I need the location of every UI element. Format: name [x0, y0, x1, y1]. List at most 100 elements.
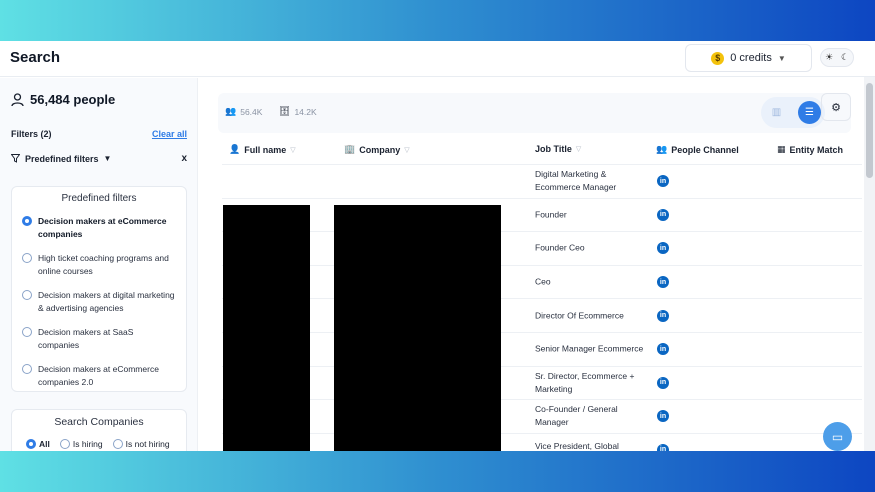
radio-all[interactable]: All	[26, 438, 50, 449]
chevron-down-icon: ▽	[404, 146, 410, 154]
radio-unselected[interactable]	[112, 439, 123, 449]
results-main: 👥 56.4K 🗄 14.2K ▥ ☰ ⚙ 👤 Full name ▽ 🏢 Co…	[210, 78, 875, 451]
filters-sidebar: 56,484 people Filters (2) Clear all Pred…	[0, 78, 198, 451]
search-companies-panel: Search Companies All Is hiring Is not hi…	[11, 409, 187, 451]
table-body: Digital Marketing & Ecommerce Manager in …	[222, 164, 862, 451]
radio-selected[interactable]	[26, 439, 36, 449]
building-icon: 🏢	[344, 144, 356, 154]
table-row[interactable]: Founder Ceo in	[222, 231, 862, 265]
radio-is-hiring[interactable]: Is hiring	[59, 438, 103, 449]
table-row[interactable]: Founder in	[222, 197, 862, 232]
redacted-names	[223, 205, 310, 451]
filter-icon	[11, 154, 20, 163]
chevron-down-icon: ▼	[103, 154, 112, 163]
chevron-down-icon: ▽	[575, 146, 582, 153]
predefined-option[interactable]: Decision makers at eCommerce companies 2…	[12, 363, 186, 389]
job-title-cell: Senior Manager Ecommerce	[535, 343, 644, 354]
list-view-icon[interactable]: ☰	[798, 101, 821, 124]
panel-title: Predefined filters	[61, 193, 137, 204]
col-full-name[interactable]: 👤 Full name ▽	[229, 144, 296, 155]
close-icon[interactable]: x	[181, 153, 187, 164]
linkedin-icon[interactable]: in	[657, 443, 669, 451]
people-count-label: 56,484 people	[30, 92, 116, 107]
table-row[interactable]: Ceo in	[222, 264, 862, 299]
linkedin-icon[interactable]: in	[657, 276, 669, 289]
radio-unselected[interactable]	[22, 290, 32, 300]
job-title-cell: Founder Ceo	[535, 242, 585, 253]
predefined-option[interactable]: Decision makers at eCommerce companies	[12, 215, 186, 241]
table-row[interactable]: Sr. Director, Ecommerce + Marketing in	[222, 365, 862, 400]
moon-icon: ☾	[840, 52, 850, 62]
top-header: Search $ 0 credits ▼ ☀ ☾	[0, 41, 875, 77]
job-title-cell: Co-Founder / General Manager	[535, 404, 618, 428]
person-icon: 👤	[229, 144, 241, 154]
grid-icon: ▦	[777, 144, 786, 154]
people-group-icon: 👥	[225, 106, 237, 116]
sliders-icon: ⚙	[831, 101, 841, 114]
linkedin-icon[interactable]: in	[657, 242, 669, 255]
coin-icon: $	[711, 51, 725, 65]
job-title-cell: Digital Marketing & Ecommerce Manager	[535, 169, 617, 193]
credits-button[interactable]: $ 0 credits ▼	[685, 44, 812, 72]
job-title-cell: Ceo	[535, 276, 551, 287]
linkedin-icon[interactable]: in	[657, 343, 669, 356]
col-people-channel[interactable]: 👥 People Channel	[656, 144, 739, 155]
radio-unselected[interactable]	[59, 439, 70, 449]
predefined-option[interactable]: Decision makers at digital marketing & a…	[12, 289, 186, 315]
predefined-filters-toggle[interactable]: Predefined filters ▼ x	[11, 153, 187, 164]
clear-all-link[interactable]: Clear all	[152, 129, 187, 139]
predefined-filters-panel: Predefined filters Decision makers at eC…	[11, 186, 187, 392]
column-settings-button[interactable]: ⚙	[821, 93, 851, 121]
page-title: Search	[10, 49, 61, 66]
filters-count: Filters (2)	[11, 129, 52, 139]
linkedin-icon[interactable]: in	[657, 376, 669, 389]
col-job-title[interactable]: Job Title ▽	[535, 144, 581, 154]
people-channel-icon: 👥	[656, 144, 668, 154]
filters-row: Filters (2) Clear all	[11, 129, 187, 139]
view-toggle: ▥ ☰	[761, 97, 825, 128]
chat-button[interactable]: ▭	[823, 422, 852, 451]
job-title-cell: Sr. Director, Ecommerce + Marketing	[535, 370, 635, 394]
radio-unselected[interactable]	[22, 327, 32, 337]
people-stat: 👥 56.4K	[225, 106, 263, 117]
table-row[interactable]: Digital Marketing & Ecommerce Manager in	[222, 164, 862, 198]
predefined-filters-label: Predefined filters	[25, 153, 99, 164]
table-row[interactable]: Vice President, Global in	[222, 432, 862, 451]
job-title-cell: Vice President, Global	[535, 440, 619, 451]
credits-label: 0 credits	[730, 52, 772, 64]
radio-is-not-hiring[interactable]: Is not hiring	[112, 438, 170, 449]
person-icon	[11, 92, 24, 106]
chevron-down-icon: ▼	[777, 53, 786, 63]
predefined-option[interactable]: Decision makers at SaaS companies	[12, 326, 186, 352]
radio-selected[interactable]	[22, 216, 32, 226]
job-title-cell: Director Of Ecommerce	[535, 310, 624, 321]
linkedin-icon[interactable]: in	[657, 175, 669, 188]
redacted-companies	[334, 205, 501, 451]
chart-view-icon[interactable]: ▥	[765, 101, 788, 124]
companies-stat: 🗄 14.2K	[279, 106, 317, 117]
col-entity-match[interactable]: ▦ Entity Match	[777, 144, 843, 155]
radio-unselected[interactable]	[22, 364, 32, 374]
col-company[interactable]: 🏢 Company ▽	[344, 144, 410, 155]
predefined-option[interactable]: High ticket coaching programs and online…	[12, 252, 186, 278]
table-row[interactable]: Director Of Ecommerce in	[222, 298, 862, 332]
app-window: Search $ 0 credits ▼ ☀ ☾ 56,484 people F…	[0, 41, 875, 451]
table-row[interactable]: Co-Founder / General Manager in	[222, 399, 862, 433]
chat-icon: ▭	[831, 429, 844, 444]
chevron-down-icon: ▽	[290, 146, 296, 154]
linkedin-icon[interactable]: in	[657, 410, 669, 423]
theme-toggle[interactable]: ☀ ☾	[820, 48, 854, 67]
linkedin-icon[interactable]: in	[657, 309, 669, 322]
people-count: 56,484 people	[11, 92, 115, 107]
table-header: 👤 Full name ▽ 🏢 Company ▽ Job Title ▽ 👥 …	[222, 136, 862, 164]
scrollbar[interactable]	[864, 77, 875, 451]
stats-bar: 👥 56.4K 🗄 14.2K ▥ ☰	[218, 93, 851, 133]
scrollbar-thumb[interactable]	[866, 83, 873, 178]
panel-title: Search Companies	[54, 416, 144, 428]
table-row[interactable]: Senior Manager Ecommerce in	[222, 331, 862, 366]
radio-unselected[interactable]	[22, 253, 32, 263]
database-icon: 🗄	[279, 106, 291, 116]
background-band-bottom	[0, 451, 875, 492]
linkedin-icon[interactable]: in	[657, 208, 669, 221]
results-table: 👤 Full name ▽ 🏢 Company ▽ Job Title ▽ 👥 …	[222, 136, 862, 451]
